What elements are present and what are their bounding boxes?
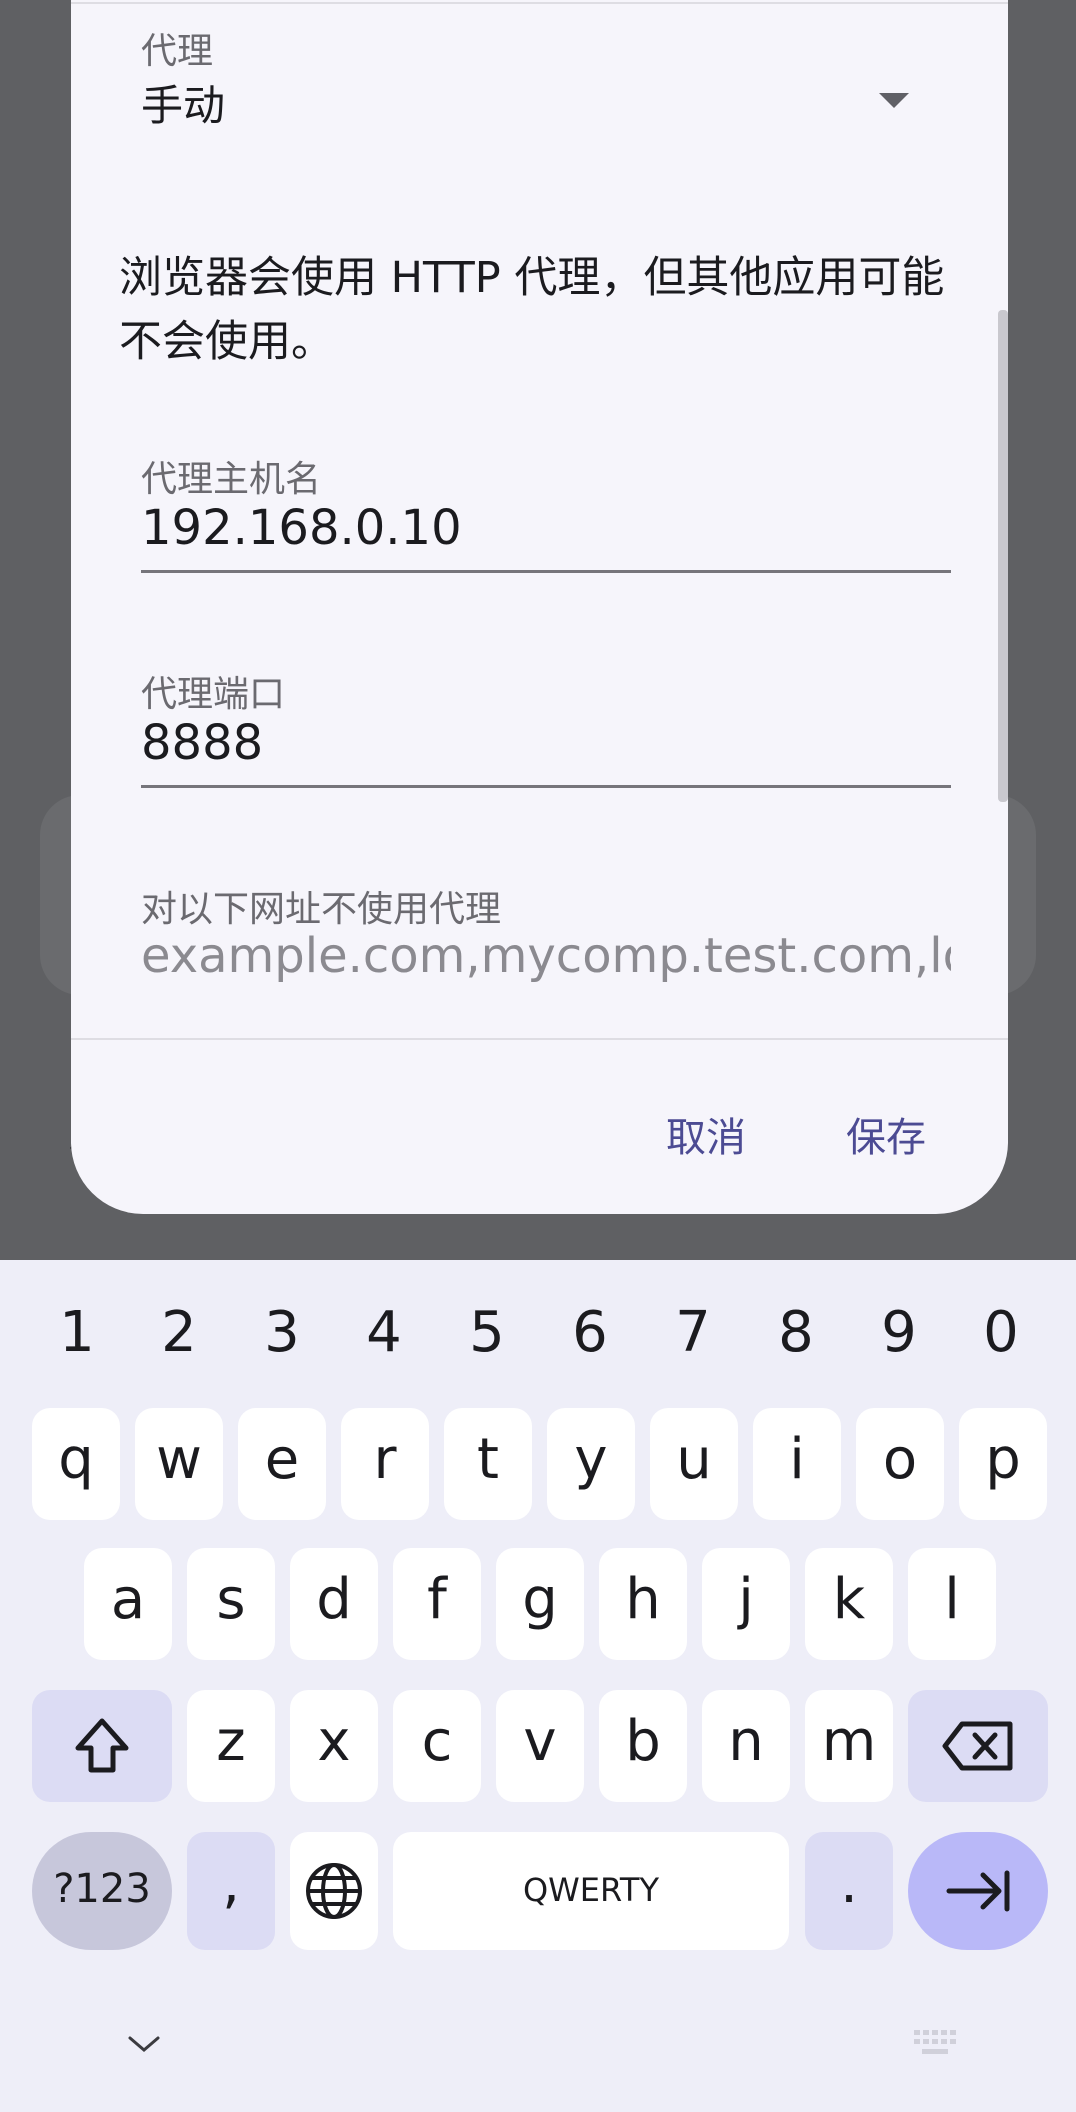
comma-key[interactable]: ,: [187, 1832, 275, 1950]
shift-icon: [75, 1718, 129, 1773]
key-8[interactable]: 8: [756, 1288, 836, 1378]
chevron-down-icon: [128, 2036, 160, 2052]
key-r[interactable]: r: [341, 1408, 429, 1520]
key-w[interactable]: w: [135, 1408, 223, 1520]
proxy-info-text: 浏览器会使用 HTTP 代理，但其他应用可能不会使用。: [119, 253, 945, 367]
key-6[interactable]: 6: [550, 1288, 630, 1378]
port-input[interactable]: 8888: [141, 715, 951, 788]
key-i[interactable]: i: [753, 1408, 841, 1520]
key-n[interactable]: n: [702, 1690, 790, 1802]
globe-icon: [306, 1863, 362, 1919]
symbols-key[interactable]: ?123: [32, 1832, 172, 1950]
divider: [71, 1038, 1008, 1040]
shift-key[interactable]: [32, 1690, 172, 1802]
key-j[interactable]: j: [702, 1548, 790, 1660]
key-5[interactable]: 5: [447, 1288, 527, 1378]
key-0[interactable]: 0: [961, 1288, 1041, 1378]
key-d[interactable]: d: [290, 1548, 378, 1660]
hostname-label: 代理主机名: [141, 459, 322, 500]
key-k[interactable]: k: [805, 1548, 893, 1660]
backspace-icon: [942, 1721, 1013, 1771]
proxy-label: 代理: [141, 31, 214, 72]
key-e[interactable]: e: [238, 1408, 326, 1520]
dropdown-arrow-icon[interactable]: [879, 93, 909, 108]
divider: [71, 2, 1008, 4]
key-g[interactable]: g: [496, 1548, 584, 1660]
space-key[interactable]: QWERTY: [393, 1832, 789, 1950]
switch-keyboard-button[interactable]: [912, 2028, 960, 2062]
cancel-button[interactable]: 取消: [666, 1105, 746, 1163]
key-c[interactable]: c: [393, 1690, 481, 1802]
proxy-dialog: 代理 手动 浏览器会使用 HTTP 代理，但其他应用可能不会使用。 代理主机名 …: [71, 0, 1008, 1214]
key-q[interactable]: q: [32, 1408, 120, 1520]
key-m[interactable]: m: [805, 1690, 893, 1802]
bypass-label: 对以下网址不使用代理: [141, 889, 502, 930]
key-h[interactable]: h: [599, 1548, 687, 1660]
hostname-input[interactable]: 192.168.0.10: [141, 500, 951, 573]
port-label: 代理端口: [141, 674, 286, 715]
key-a[interactable]: a: [84, 1548, 172, 1660]
proxy-dropdown-value[interactable]: 手动: [141, 72, 225, 133]
key-u[interactable]: u: [650, 1408, 738, 1520]
key-f[interactable]: f: [393, 1548, 481, 1660]
key-2[interactable]: 2: [139, 1288, 219, 1378]
keyboard: 1 2 3 4 5 6 7 8 9 0 q w e r t y u i o p …: [0, 1260, 1076, 2112]
scrollbar[interactable]: [998, 310, 1008, 802]
key-s[interactable]: s: [187, 1548, 275, 1660]
language-key[interactable]: [290, 1832, 378, 1950]
enter-key[interactable]: [908, 1832, 1048, 1950]
key-o[interactable]: o: [856, 1408, 944, 1520]
key-z[interactable]: z: [187, 1690, 275, 1802]
key-b[interactable]: b: [599, 1690, 687, 1802]
backspace-key[interactable]: [908, 1690, 1048, 1802]
key-p[interactable]: p: [959, 1408, 1047, 1520]
bypass-input[interactable]: example.com,mycomp.test.com,lo: [141, 928, 951, 998]
keyboard-icon: [914, 2030, 956, 2054]
key-v[interactable]: v: [496, 1690, 584, 1802]
key-y[interactable]: y: [547, 1408, 635, 1520]
hide-keyboard-button[interactable]: [126, 2032, 162, 2060]
key-3[interactable]: 3: [242, 1288, 322, 1378]
tab-arrow-icon: [946, 1870, 1010, 1912]
save-button[interactable]: 保存: [846, 1105, 926, 1163]
key-l[interactable]: l: [908, 1548, 996, 1660]
key-t[interactable]: t: [444, 1408, 532, 1520]
period-key[interactable]: .: [805, 1832, 893, 1950]
key-7[interactable]: 7: [653, 1288, 733, 1378]
key-4[interactable]: 4: [344, 1288, 424, 1378]
key-x[interactable]: x: [290, 1690, 378, 1802]
key-1[interactable]: 1: [37, 1288, 117, 1378]
key-9[interactable]: 9: [859, 1288, 939, 1378]
